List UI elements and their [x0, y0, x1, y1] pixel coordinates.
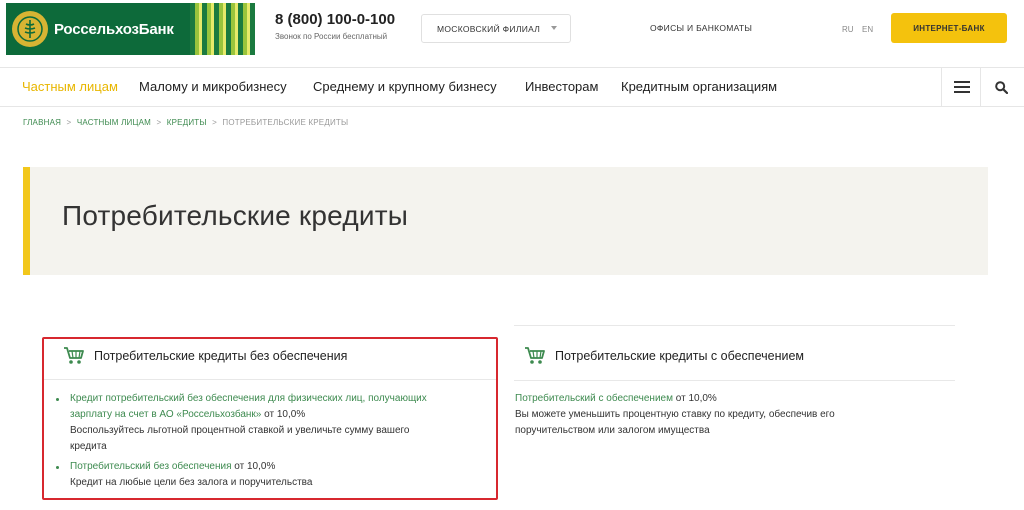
lang-ru-link[interactable]: RU [842, 25, 854, 34]
internet-bank-button[interactable]: ИНТЕРНЕТ-БАНК [891, 13, 1007, 43]
offices-atms-link[interactable]: ОФИСЫ И БАНКОМАТЫ [650, 23, 752, 33]
logo-stripes [190, 3, 255, 55]
main-nav: Частным лицам Малому и микробизнесу Сред… [0, 67, 1024, 107]
nav-item-credit-orgs[interactable]: Кредитным организациям [621, 79, 777, 94]
logo-text: РоссельхозБанк [54, 20, 174, 38]
top-header: РоссельхозБанк 8 (800) 100-0-100 Звонок … [0, 0, 1024, 62]
breadcrumb-individuals[interactable]: ЧАСТНЫМ ЛИЦАМ [77, 118, 151, 127]
card-secured: Потребительские кредиты с обеспечением П… [514, 325, 955, 485]
shopping-cart-icon [64, 347, 84, 364]
list-bullet [56, 466, 59, 469]
card-header: Потребительские кредиты с обеспечением [524, 346, 804, 365]
salary-loan-link[interactable]: Кредит потребительский без обеспечения д… [70, 393, 427, 404]
menu-button[interactable] [941, 68, 982, 106]
salary-loan-link[interactable]: зарплату на счет в АО «Россельхозбанк» [70, 409, 261, 420]
list-item: Кредит потребительский без обеспечения д… [70, 391, 427, 455]
card-title: Потребительские кредиты без обеспечения [94, 348, 348, 363]
page-title: Потребительские кредиты [62, 200, 409, 231]
unsecured-loan-link[interactable]: Потребительский без обеспечения [70, 461, 232, 472]
breadcrumb-separator: > [212, 118, 217, 127]
nav-item-individuals[interactable]: Частным лицам [22, 79, 118, 94]
card-unsecured: Потребительские кредиты без обеспечения … [42, 337, 498, 500]
chevron-down-icon [551, 26, 557, 30]
card-divider [44, 379, 496, 380]
lang-en-link[interactable]: EN [862, 25, 873, 34]
item-description: поручительством или залогом имущества [515, 425, 710, 436]
rate: от 10,0% [264, 409, 306, 420]
breadcrumb-separator: > [66, 118, 72, 127]
item-description: Кредит на любые цели без залога и поручи… [70, 477, 313, 488]
hotline-note: Звонок по России бесплатный [275, 32, 388, 41]
nav-item-small-business[interactable]: Малому и микробизнесу [139, 79, 287, 94]
hamburger-icon [954, 81, 970, 93]
hotline-phone[interactable]: 8 (800) 100-0-100 [275, 11, 395, 28]
secured-loan-link[interactable]: Потребительский с обеспечением [515, 393, 673, 404]
breadcrumb-credits[interactable]: КРЕДИТЫ [167, 118, 207, 127]
item-description: кредита [70, 441, 107, 452]
list-item: Потребительский с обеспечением от 10,0% … [515, 391, 835, 439]
item-description: Вы можете уменьшить процентную ставку по… [515, 409, 835, 420]
page-hero: Потребительские кредиты [23, 167, 988, 275]
nav-item-investors[interactable]: Инвесторам [525, 79, 598, 94]
list-bullet [56, 398, 59, 401]
branch-select-value: МОСКОВСКИЙ ФИЛИАЛ [437, 23, 541, 34]
card-header: Потребительские кредиты без обеспечения [63, 346, 347, 365]
shopping-cart-icon [525, 347, 545, 364]
breadcrumb: ГЛАВНАЯ > ЧАСТНЫМ ЛИЦАМ > КРЕДИТЫ > ПОТР… [23, 118, 348, 127]
rate: от 10,0% [234, 461, 276, 472]
item-description: Воспользуйтесь льготной процентной ставк… [70, 425, 410, 436]
card-title: Потребительские кредиты с обеспечением [555, 348, 804, 363]
nav-item-corporate[interactable]: Среднему и крупному бизнесу [313, 79, 497, 94]
breadcrumb-home[interactable]: ГЛАВНАЯ [23, 118, 61, 127]
bank-logo[interactable]: РоссельхозБанк [6, 3, 190, 55]
breadcrumb-current: ПОТРЕБИТЕЛЬСКИЕ КРЕДИТЫ [222, 118, 349, 127]
rate: от 10,0% [675, 393, 717, 404]
branch-select[interactable]: МОСКОВСКИЙ ФИЛИАЛ [421, 14, 571, 43]
search-button[interactable] [980, 68, 1021, 106]
logo-emblem-icon [12, 11, 48, 47]
breadcrumb-separator: > [156, 118, 162, 127]
search-icon [994, 80, 1008, 94]
list-item: Потребительский без обеспечения от 10,0%… [70, 459, 312, 491]
card-divider [514, 380, 955, 381]
